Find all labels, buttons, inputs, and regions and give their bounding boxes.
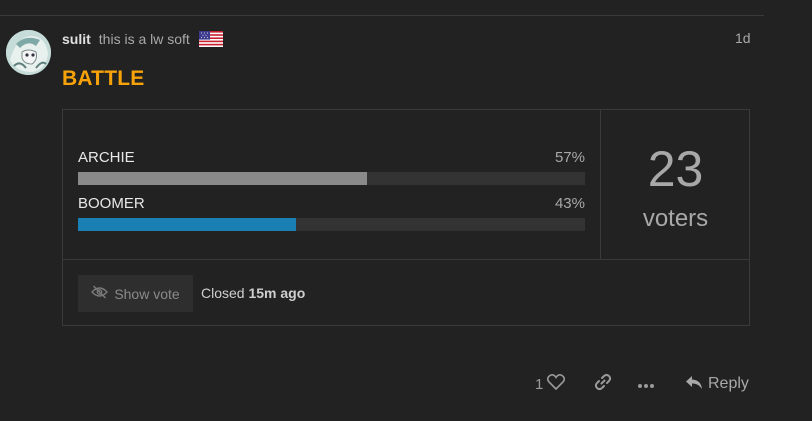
like-button[interactable]: 1 [535, 372, 566, 396]
post-date[interactable]: 1d [735, 30, 751, 46]
poll-bar-fill [78, 218, 296, 231]
poll-divider [63, 259, 749, 260]
link-icon [594, 373, 612, 395]
poll-option-percent: 43% [554, 195, 585, 212]
avatar-image [6, 30, 51, 75]
show-vote-label: Show vote [114, 285, 180, 302]
poll-bar-track [78, 218, 585, 231]
copy-link-button[interactable] [594, 372, 612, 396]
show-vote-button[interactable]: Show vote [78, 275, 193, 312]
poll-option: ARCHIE 57% [78, 149, 585, 185]
post-actions: 1 Reply [0, 372, 812, 396]
poll-option: BOOMER 43% [78, 195, 585, 231]
poll: ARCHIE 57% BOOMER 43% 23 voters Show vot… [62, 109, 750, 326]
poll-status: Closed 15m ago [201, 285, 305, 301]
voter-count: 23 [647, 141, 704, 197]
ellipsis-icon [637, 376, 655, 393]
avatar[interactable] [6, 30, 51, 75]
closed-prefix: Closed [201, 285, 245, 301]
post-divider [0, 15, 764, 16]
closed-time: 15m ago [248, 285, 306, 301]
post-header: sulit this is a lw soft [62, 29, 223, 49]
user-title: this is a lw soft [98, 31, 190, 47]
topic-post: sulit this is a lw soft 1d BATTLE ARCHIE… [0, 0, 812, 421]
voter-label: voters [642, 205, 709, 232]
heart-icon [547, 374, 566, 394]
poll-option-name: BOOMER [78, 195, 145, 212]
us-flag-icon [198, 31, 223, 47]
more-actions-button[interactable] [637, 372, 655, 396]
poll-bar-track [78, 172, 585, 185]
poll-results: ARCHIE 57% BOOMER 43% [63, 110, 601, 259]
poll-bar-fill [78, 172, 367, 185]
poll-option-percent: 57% [554, 149, 585, 166]
reply-icon [685, 375, 703, 394]
reply-label: Reply [708, 375, 749, 392]
username[interactable]: sulit [62, 31, 91, 47]
eye-slash-icon [91, 285, 109, 302]
post-title: BATTLE [62, 67, 145, 90]
poll-info: 23 voters [601, 110, 750, 259]
poll-option-name: ARCHIE [78, 149, 135, 166]
like-count: 1 [535, 375, 544, 393]
reply-button[interactable]: Reply [685, 372, 749, 396]
